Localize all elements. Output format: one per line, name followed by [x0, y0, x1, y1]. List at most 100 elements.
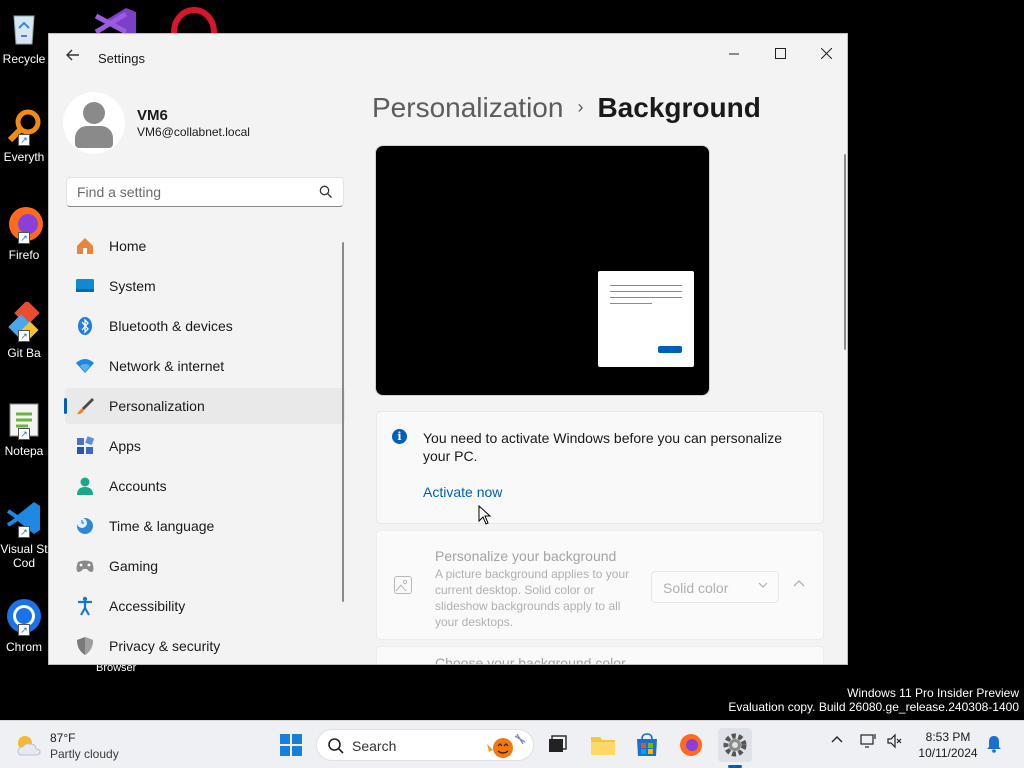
sidebar-item-home[interactable]: Home: [65, 228, 345, 264]
sidebar-scrollbar[interactable]: [342, 242, 344, 602]
background-setting-description: A picture background applies to your cur…: [435, 567, 630, 629]
desktop-icon-notepad[interactable]: ↗ Notepa: [0, 400, 48, 458]
desktop-icon-label: Notepa: [4, 444, 44, 458]
window-title: Settings: [98, 51, 145, 66]
accessibility-icon: [78, 596, 92, 616]
breadcrumb: Personalization › Background: [372, 92, 761, 124]
back-button[interactable]: [63, 48, 83, 68]
taskbar-search-label: Search: [352, 738, 397, 754]
taskbar-search[interactable]: Search: [316, 729, 534, 761]
sidebar-item-gaming[interactable]: Gaming: [65, 548, 345, 584]
weather-temperature: 87°F: [50, 731, 76, 745]
sidebar-item-bluetooth[interactable]: Bluetooth & devices: [65, 308, 345, 344]
minimize-button[interactable]: [711, 40, 757, 70]
desktop-icon-vscode[interactable]: ↗ Visual St Cod: [0, 498, 48, 570]
home-icon: [77, 238, 93, 254]
clock-time: 8:53 PM: [925, 730, 971, 744]
search-icon[interactable]: [319, 185, 333, 199]
personalize-background-card: Personalize your background A picture ba…: [376, 530, 824, 640]
activate-now-link[interactable]: Activate now: [423, 484, 502, 500]
recycle-bin-icon: [4, 8, 44, 48]
gamepad-icon: [76, 560, 94, 572]
file-explorer-button[interactable]: [586, 728, 620, 762]
sidebar-item-time-language[interactable]: Time & language: [65, 508, 345, 544]
bluetooth-icon: [78, 317, 92, 335]
info-icon: i: [392, 429, 407, 444]
user-name: VM6: [137, 107, 168, 124]
watermark-line-1: Windows 11 Pro Insider Preview: [847, 686, 1019, 700]
desktop-icon-git-bash[interactable]: ↗ Git Ba: [0, 300, 48, 360]
sidebar-item-label: Gaming: [109, 558, 159, 574]
sidebar-item-label: Accounts: [109, 478, 167, 494]
chevron-down-icon: [758, 580, 768, 593]
partly-cloudy-icon: [17, 736, 41, 756]
desktop-icon-recycle-bin[interactable]: Recycle: [0, 8, 48, 66]
network-icon: [860, 734, 876, 748]
close-button[interactable]: [803, 40, 847, 70]
globe-clock-icon: [77, 518, 93, 534]
settings-search[interactable]: [66, 177, 344, 207]
content-scrollbar[interactable]: [844, 154, 846, 350]
volume-tray-button[interactable]: [886, 733, 904, 752]
desktop-icon-label: Chrom: [5, 640, 42, 654]
sidebar-item-system[interactable]: System: [65, 268, 345, 304]
folder-icon: [591, 737, 615, 755]
firefox-icon: [680, 734, 702, 756]
breadcrumb-parent[interactable]: Personalization: [372, 92, 563, 123]
desktop-icon-chrome[interactable]: ↗ Chrom: [0, 596, 48, 654]
opera-icon[interactable]: [170, 6, 218, 57]
desktop-icon-firefox[interactable]: ↗ Firefo: [0, 204, 48, 262]
network-tray-button[interactable]: [860, 733, 878, 752]
sidebar-item-label: Bluetooth & devices: [109, 318, 233, 334]
notification-bell-icon[interactable]: [986, 735, 1002, 753]
microsoft-store-button[interactable]: [630, 728, 664, 762]
background-type-dropdown[interactable]: Solid color: [651, 571, 779, 603]
visual-studio-icon[interactable]: [92, 6, 140, 35]
apps-icon: [77, 436, 95, 454]
start-button[interactable]: [274, 728, 308, 762]
sidebar-item-personalization[interactable]: Personalization: [64, 388, 345, 424]
search-icon: [328, 738, 344, 754]
vscode-icon: ↗: [4, 498, 44, 538]
expand-button[interactable]: [791, 578, 807, 594]
windows-logo-icon: [280, 734, 302, 756]
background-color-card: Choose your background color: [376, 646, 824, 664]
clock[interactable]: 8:53 PM 10/11/2024: [912, 729, 984, 761]
chevron-up-icon: [831, 736, 843, 743]
halloween-search-highlight-icon: [487, 733, 526, 758]
sidebar-nav: Home System Bluetooth & devices Network …: [64, 228, 345, 664]
sidebar-item-apps[interactable]: Apps: [65, 428, 345, 464]
sidebar-item-accounts[interactable]: Accounts: [65, 468, 345, 504]
maximize-button[interactable]: [757, 40, 803, 70]
sidebar-item-privacy[interactable]: Privacy & security: [65, 628, 345, 664]
clock-date: 10/11/2024: [918, 746, 978, 760]
desktop-icon-everything[interactable]: ↗ Everyth: [0, 106, 48, 164]
background-setting-title: Personalize your background: [435, 548, 617, 564]
sidebar-item-accessibility[interactable]: Accessibility: [65, 588, 345, 624]
task-view-button[interactable]: [540, 728, 574, 762]
activation-info-card: i You need to activate Windows before yo…: [376, 411, 824, 524]
title-bar[interactable]: Settings: [49, 34, 847, 82]
sidebar-item-label: Time & language: [109, 518, 215, 534]
chevron-right-icon: ›: [577, 97, 584, 117]
firefox-taskbar-button[interactable]: [674, 728, 708, 762]
settings-taskbar-button[interactable]: [718, 728, 752, 762]
mouse-cursor-icon: [478, 505, 492, 525]
notepad-plus-plus-icon: ↗: [4, 400, 44, 440]
sidebar-item-label: Accessibility: [109, 598, 186, 614]
minimize-icon: [729, 53, 739, 55]
user-email: VM6@collabnet.local: [137, 125, 250, 139]
sidebar-item-label: Network & internet: [109, 358, 225, 374]
maximize-icon: [774, 48, 786, 59]
picture-icon: [394, 576, 412, 594]
gear-icon: [723, 733, 747, 757]
sidebar-item-label: Home: [109, 238, 147, 254]
search-input[interactable]: [67, 178, 307, 206]
git-bash-icon: ↗: [4, 300, 44, 342]
brush-icon: [77, 398, 94, 415]
desktop-icon-label: Recycle: [2, 52, 46, 66]
sidebar-item-network[interactable]: Network & internet: [65, 348, 345, 384]
show-hidden-icons-button[interactable]: [830, 733, 844, 750]
desktop-icon-label: Git Ba: [7, 346, 41, 360]
weather-description: Partly cloudy: [50, 747, 119, 761]
